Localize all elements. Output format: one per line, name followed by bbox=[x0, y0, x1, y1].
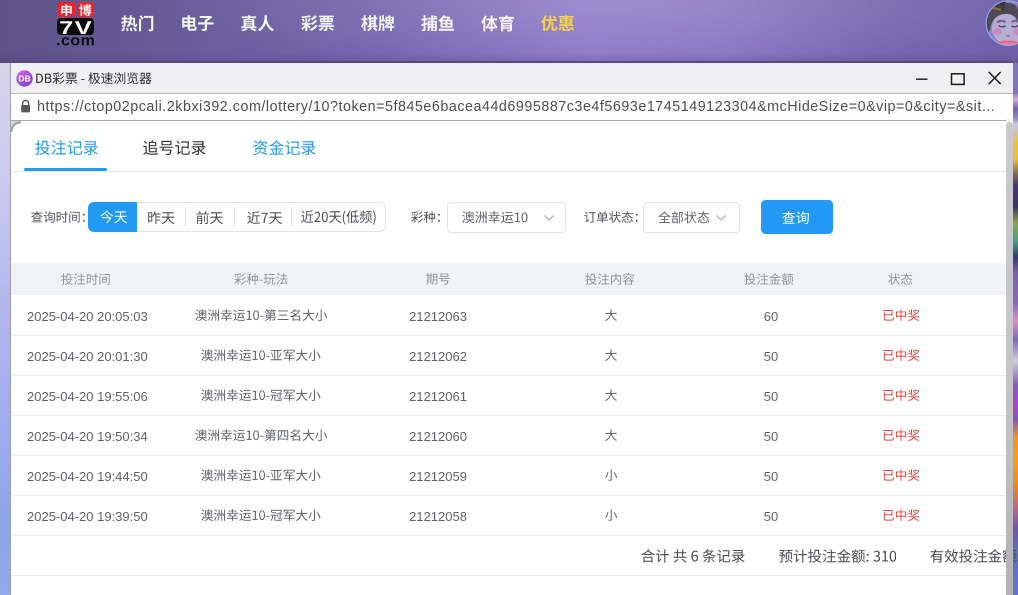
svg-text:DB: DB bbox=[18, 73, 30, 83]
